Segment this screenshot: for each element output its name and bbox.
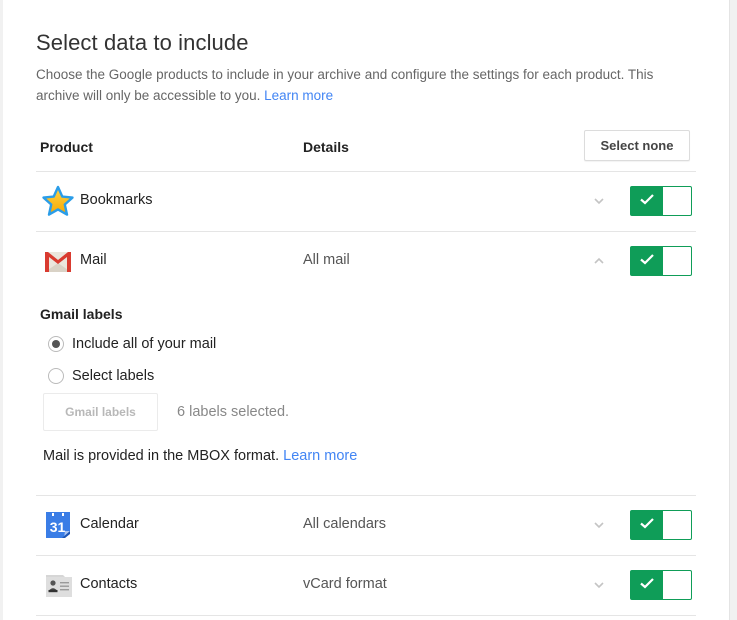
radio-button[interactable] — [48, 368, 64, 384]
product-row-contacts: Contacts vCard format — [36, 556, 696, 614]
product-name: Bookmarks — [80, 192, 153, 208]
labels-selected-count: 6 labels selected. — [177, 404, 290, 420]
product-row-calendar: 31 Calendar All calendars — [36, 496, 696, 554]
product-row-bookmarks: Bookmarks — [36, 172, 696, 230]
page-description: Choose the Google products to include in… — [36, 64, 696, 106]
radio-label: Include all of your mail — [72, 336, 217, 352]
radio-label: Select labels — [72, 368, 155, 384]
chevron-down-icon[interactable] — [590, 516, 608, 534]
calendar-icon-date: 31 — [50, 519, 66, 535]
radio-select-labels[interactable]: Select labels — [48, 365, 154, 387]
gmail-icon — [41, 245, 75, 277]
checkmark-icon — [639, 576, 655, 595]
product-name: Contacts — [80, 576, 138, 592]
description-text: Choose the Google products to include in… — [36, 67, 654, 103]
column-header-details: Details — [303, 139, 349, 155]
radio-button-selected[interactable] — [48, 336, 64, 352]
gmail-labels-button[interactable]: Gmail labels — [43, 393, 158, 431]
product-toggle[interactable] — [630, 510, 692, 540]
contacts-icon — [41, 569, 75, 601]
chevron-up-icon[interactable] — [590, 252, 608, 270]
product-details: All calendars — [303, 516, 387, 532]
mbox-note-text: Mail is provided in the MBOX format. — [43, 448, 280, 464]
mbox-format-note: Mail is provided in the MBOX format. Lea… — [43, 448, 357, 464]
product-name: Mail — [80, 252, 107, 268]
mbox-learn-more-link[interactable]: Learn more — [283, 448, 357, 464]
checkmark-icon — [639, 516, 655, 535]
chevron-down-icon[interactable] — [590, 576, 608, 594]
product-details: vCard format — [303, 576, 387, 592]
gmail-labels-heading: Gmail labels — [40, 306, 123, 322]
archive-card: Select data to include Choose the Google… — [3, 0, 730, 620]
learn-more-link[interactable]: Learn more — [264, 88, 333, 103]
column-header-product: Product — [40, 139, 93, 155]
product-toggle[interactable] — [630, 186, 692, 216]
checkmark-icon — [639, 252, 655, 271]
chevron-down-icon[interactable] — [590, 192, 608, 210]
divider — [36, 615, 696, 616]
bookmarks-star-icon — [41, 185, 75, 217]
page-title: Select data to include — [36, 30, 249, 55]
product-toggle[interactable] — [630, 246, 692, 276]
radio-include-all-mail[interactable]: Include all of your mail — [48, 333, 216, 355]
checkmark-icon — [639, 192, 655, 211]
select-none-button[interactable]: Select none — [584, 130, 690, 161]
product-name: Calendar — [80, 516, 139, 532]
product-toggle[interactable] — [630, 570, 692, 600]
calendar-icon: 31 — [41, 509, 75, 541]
product-row-mail: Mail All mail — [36, 232, 696, 290]
product-details: All mail — [303, 252, 350, 268]
